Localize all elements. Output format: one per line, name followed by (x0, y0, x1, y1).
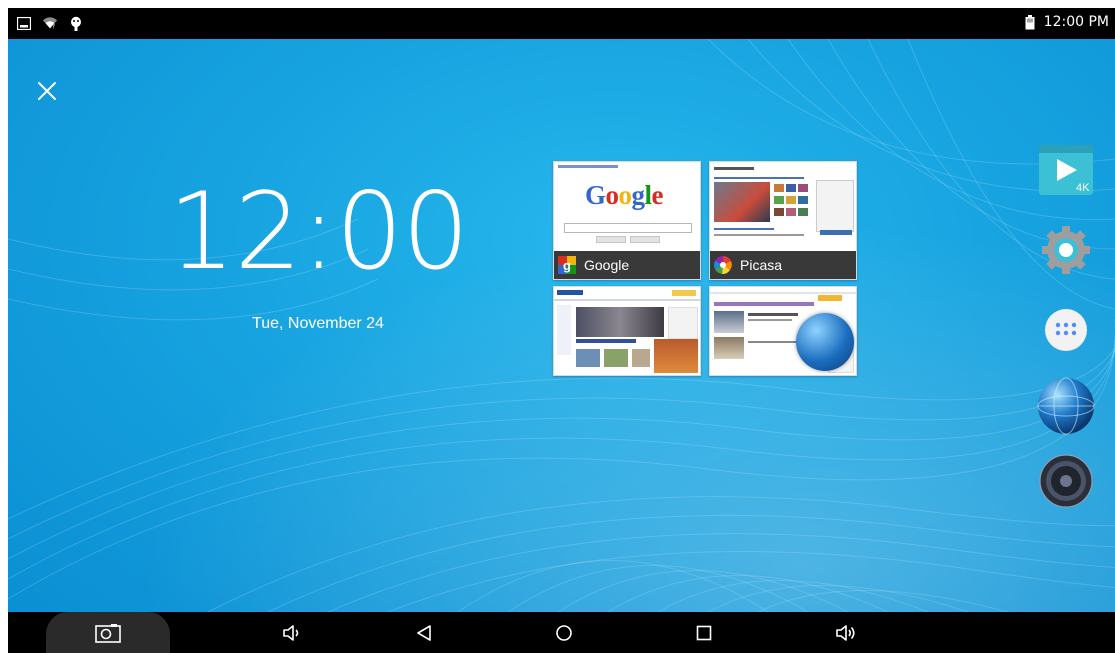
svg-text:?: ? (52, 23, 55, 30)
news-site-page-preview (554, 287, 700, 375)
browser-globe-icon[interactable] (1037, 377, 1095, 435)
home-wallpaper: 12:00 Tue, November 24 Google g Google P… (8, 39, 1115, 612)
svg-text:g: g (563, 258, 571, 273)
recents-icon[interactable] (691, 620, 717, 646)
google-logo: Google (585, 180, 664, 210)
status-time: 12:00 PM (1043, 14, 1109, 30)
picasa-page-preview (710, 162, 856, 251)
speaker-icon[interactable] (1039, 454, 1093, 508)
tablet-screen: ? 12:00 PM 12:00 Tue, November 24 Google… (8, 8, 1115, 653)
home-icon[interactable] (551, 620, 577, 646)
google-search-page-preview: Google (554, 162, 700, 251)
back-icon[interactable] (411, 620, 437, 646)
volume-up-icon[interactable] (833, 620, 859, 646)
navigation-bar (8, 612, 1115, 653)
picasa-app-icon (714, 256, 732, 274)
recent-card-label: Picasa (710, 251, 856, 279)
recent-card-picasa-label: Picasa (740, 257, 783, 273)
browser-site-page-preview (710, 287, 856, 375)
lock-clock-time: 12:00 (168, 170, 469, 293)
volume-down-icon[interactable] (279, 620, 305, 646)
screenshot-icon[interactable] (95, 620, 121, 646)
gallery-notification-icon (16, 15, 32, 31)
settings-icon[interactable] (1040, 224, 1092, 276)
android-debug-icon (68, 15, 84, 31)
recent-card-news-site[interactable] (553, 286, 701, 376)
app-drawer-icon[interactable] (1043, 307, 1089, 353)
recent-card-picasa[interactable]: Picasa (709, 161, 857, 280)
lock-clock-date: Tue, November 24 (252, 315, 384, 332)
status-right: 12:00 PM (1022, 14, 1109, 30)
status-bar: ? 12:00 PM (8, 8, 1115, 39)
recent-card-browser-site[interactable] (709, 286, 857, 376)
recent-card-google-label: Google (584, 257, 630, 273)
battery-icon (1022, 14, 1038, 30)
wifi-icon: ? (42, 15, 58, 31)
recent-card-google[interactable]: Google g Google (553, 161, 701, 280)
recent-card-label: g Google (554, 251, 700, 279)
browser-globe-overlay (796, 313, 854, 371)
video-4k-icon[interactable]: 4K (1037, 139, 1095, 197)
google-app-icon: g (558, 256, 576, 274)
video-4k-badge: 4K (1076, 182, 1090, 194)
close-icon[interactable] (34, 78, 60, 104)
status-left-icons: ? (16, 15, 84, 31)
